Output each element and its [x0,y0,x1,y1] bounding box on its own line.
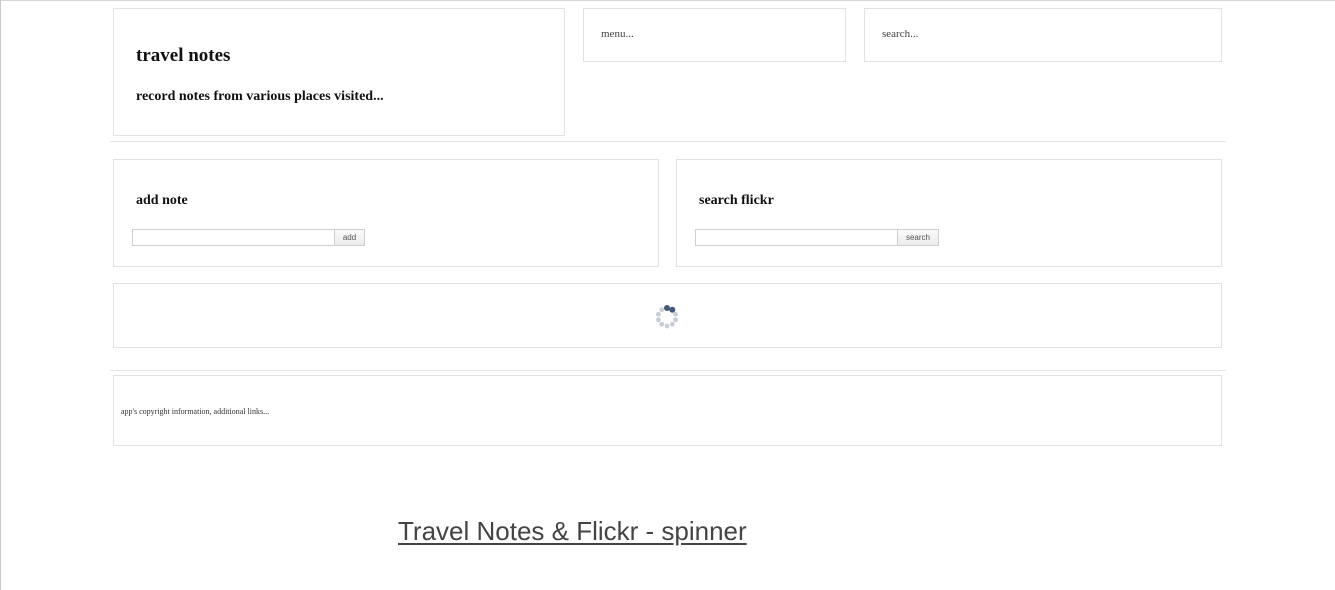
add-note-panel: add note add [113,159,659,267]
spinner-segment [673,317,678,323]
add-note-form: add [132,229,365,246]
add-note-input[interactable] [132,229,334,246]
add-button[interactable]: add [334,229,365,246]
menu-label[interactable]: menu... [601,28,634,40]
header-divider [110,141,1226,142]
spinner-segment [664,323,670,329]
caption-link[interactable]: Travel Notes & Flickr - spinner [398,516,747,547]
search-label[interactable]: search... [882,28,918,40]
footer-text: app's copyright information, additional … [121,407,270,416]
menu-panel[interactable]: menu... [583,8,846,62]
spinner-segment [656,311,661,317]
add-note-title: add note [136,193,188,208]
header-panel: travel notes record notes from various p… [113,8,565,136]
footer-divider [110,370,1226,371]
search-flickr-title: search flickr [699,193,774,208]
window-top-border [0,0,1335,1]
spinner-segment [669,306,676,313]
app-title: travel notes [136,45,231,66]
search-flickr-form: search [695,229,939,246]
search-flickr-input[interactable] [695,229,897,246]
search-flickr-panel: search flickr search [676,159,1222,267]
app-subtitle: record notes from various places visited… [136,89,384,104]
window-left-border [0,0,1,590]
footer-panel: app's copyright information, additional … [113,375,1222,446]
results-panel [113,283,1222,348]
spinner-segment [656,317,661,323]
spinner-segment [669,321,675,327]
spinner-segment [659,307,665,313]
spinner-segment [659,321,665,327]
search-panel[interactable]: search... [864,8,1222,62]
spinner-icon [656,305,678,329]
spinner-segment [664,305,670,311]
spinner-segment [673,311,678,317]
search-flickr-button[interactable]: search [897,229,939,246]
